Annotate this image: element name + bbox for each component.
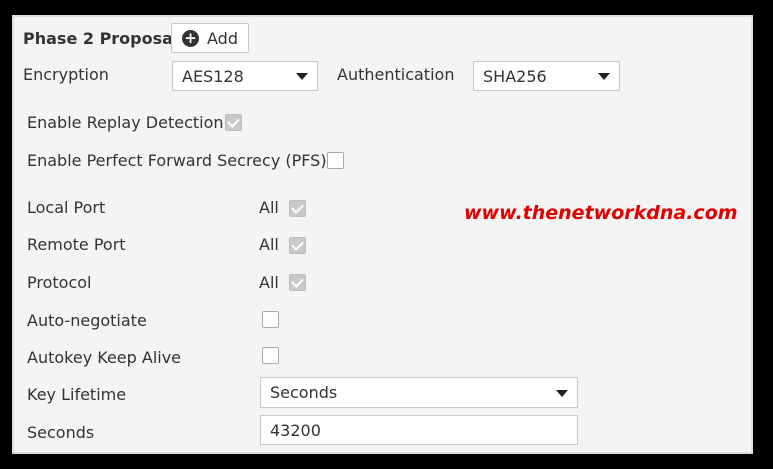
replay-detection-checkbox[interactable] — [225, 114, 242, 131]
plus-circle-icon: + — [182, 29, 199, 47]
pfs-label: Enable Perfect Forward Secrecy (PFS) — [27, 151, 327, 170]
autokey-keep-alive-checkbox[interactable] — [262, 347, 279, 364]
seconds-value: 43200 — [270, 420, 321, 440]
remote-port-checkbox[interactable] — [289, 237, 306, 254]
authentication-label: Authentication — [337, 65, 455, 84]
local-port-checkbox[interactable] — [289, 200, 306, 217]
phase2-proposal-panel: Phase 2 Proposal + Add Encryption AES128… — [12, 15, 753, 454]
auto-negotiate-checkbox[interactable] — [262, 311, 279, 328]
protocol-checkbox[interactable] — [289, 274, 306, 291]
authentication-select[interactable]: SHA256 — [473, 61, 620, 91]
protocol-value: All — [259, 273, 279, 292]
chevron-down-icon — [556, 389, 568, 397]
local-port-label: Local Port — [27, 198, 106, 217]
local-port-value: All — [259, 198, 279, 217]
encryption-value: AES128 — [182, 66, 244, 86]
key-lifetime-select[interactable]: Seconds — [260, 377, 578, 408]
encryption-label: Encryption — [23, 65, 109, 84]
watermark-text: www.thenetworkdna.com — [464, 202, 738, 224]
chevron-down-icon — [296, 73, 308, 80]
authentication-value: SHA256 — [483, 66, 547, 86]
seconds-label: Seconds — [27, 423, 95, 442]
page-title: Phase 2 Proposal — [23, 29, 179, 48]
seconds-input[interactable]: 43200 — [260, 415, 578, 445]
remote-port-label: Remote Port — [27, 235, 126, 254]
add-button[interactable]: + Add — [171, 23, 249, 53]
pfs-checkbox[interactable] — [327, 152, 344, 169]
remote-port-value: All — [259, 235, 279, 254]
key-lifetime-label: Key Lifetime — [27, 385, 127, 404]
encryption-select[interactable]: AES128 — [172, 61, 318, 91]
replay-detection-label: Enable Replay Detection — [27, 113, 224, 132]
chevron-down-icon — [598, 73, 610, 80]
key-lifetime-value: Seconds — [270, 383, 338, 402]
add-button-label: Add — [207, 28, 238, 48]
auto-negotiate-label: Auto-negotiate — [27, 311, 147, 330]
autokey-keep-alive-label: Autokey Keep Alive — [27, 348, 182, 367]
protocol-label: Protocol — [27, 273, 92, 292]
